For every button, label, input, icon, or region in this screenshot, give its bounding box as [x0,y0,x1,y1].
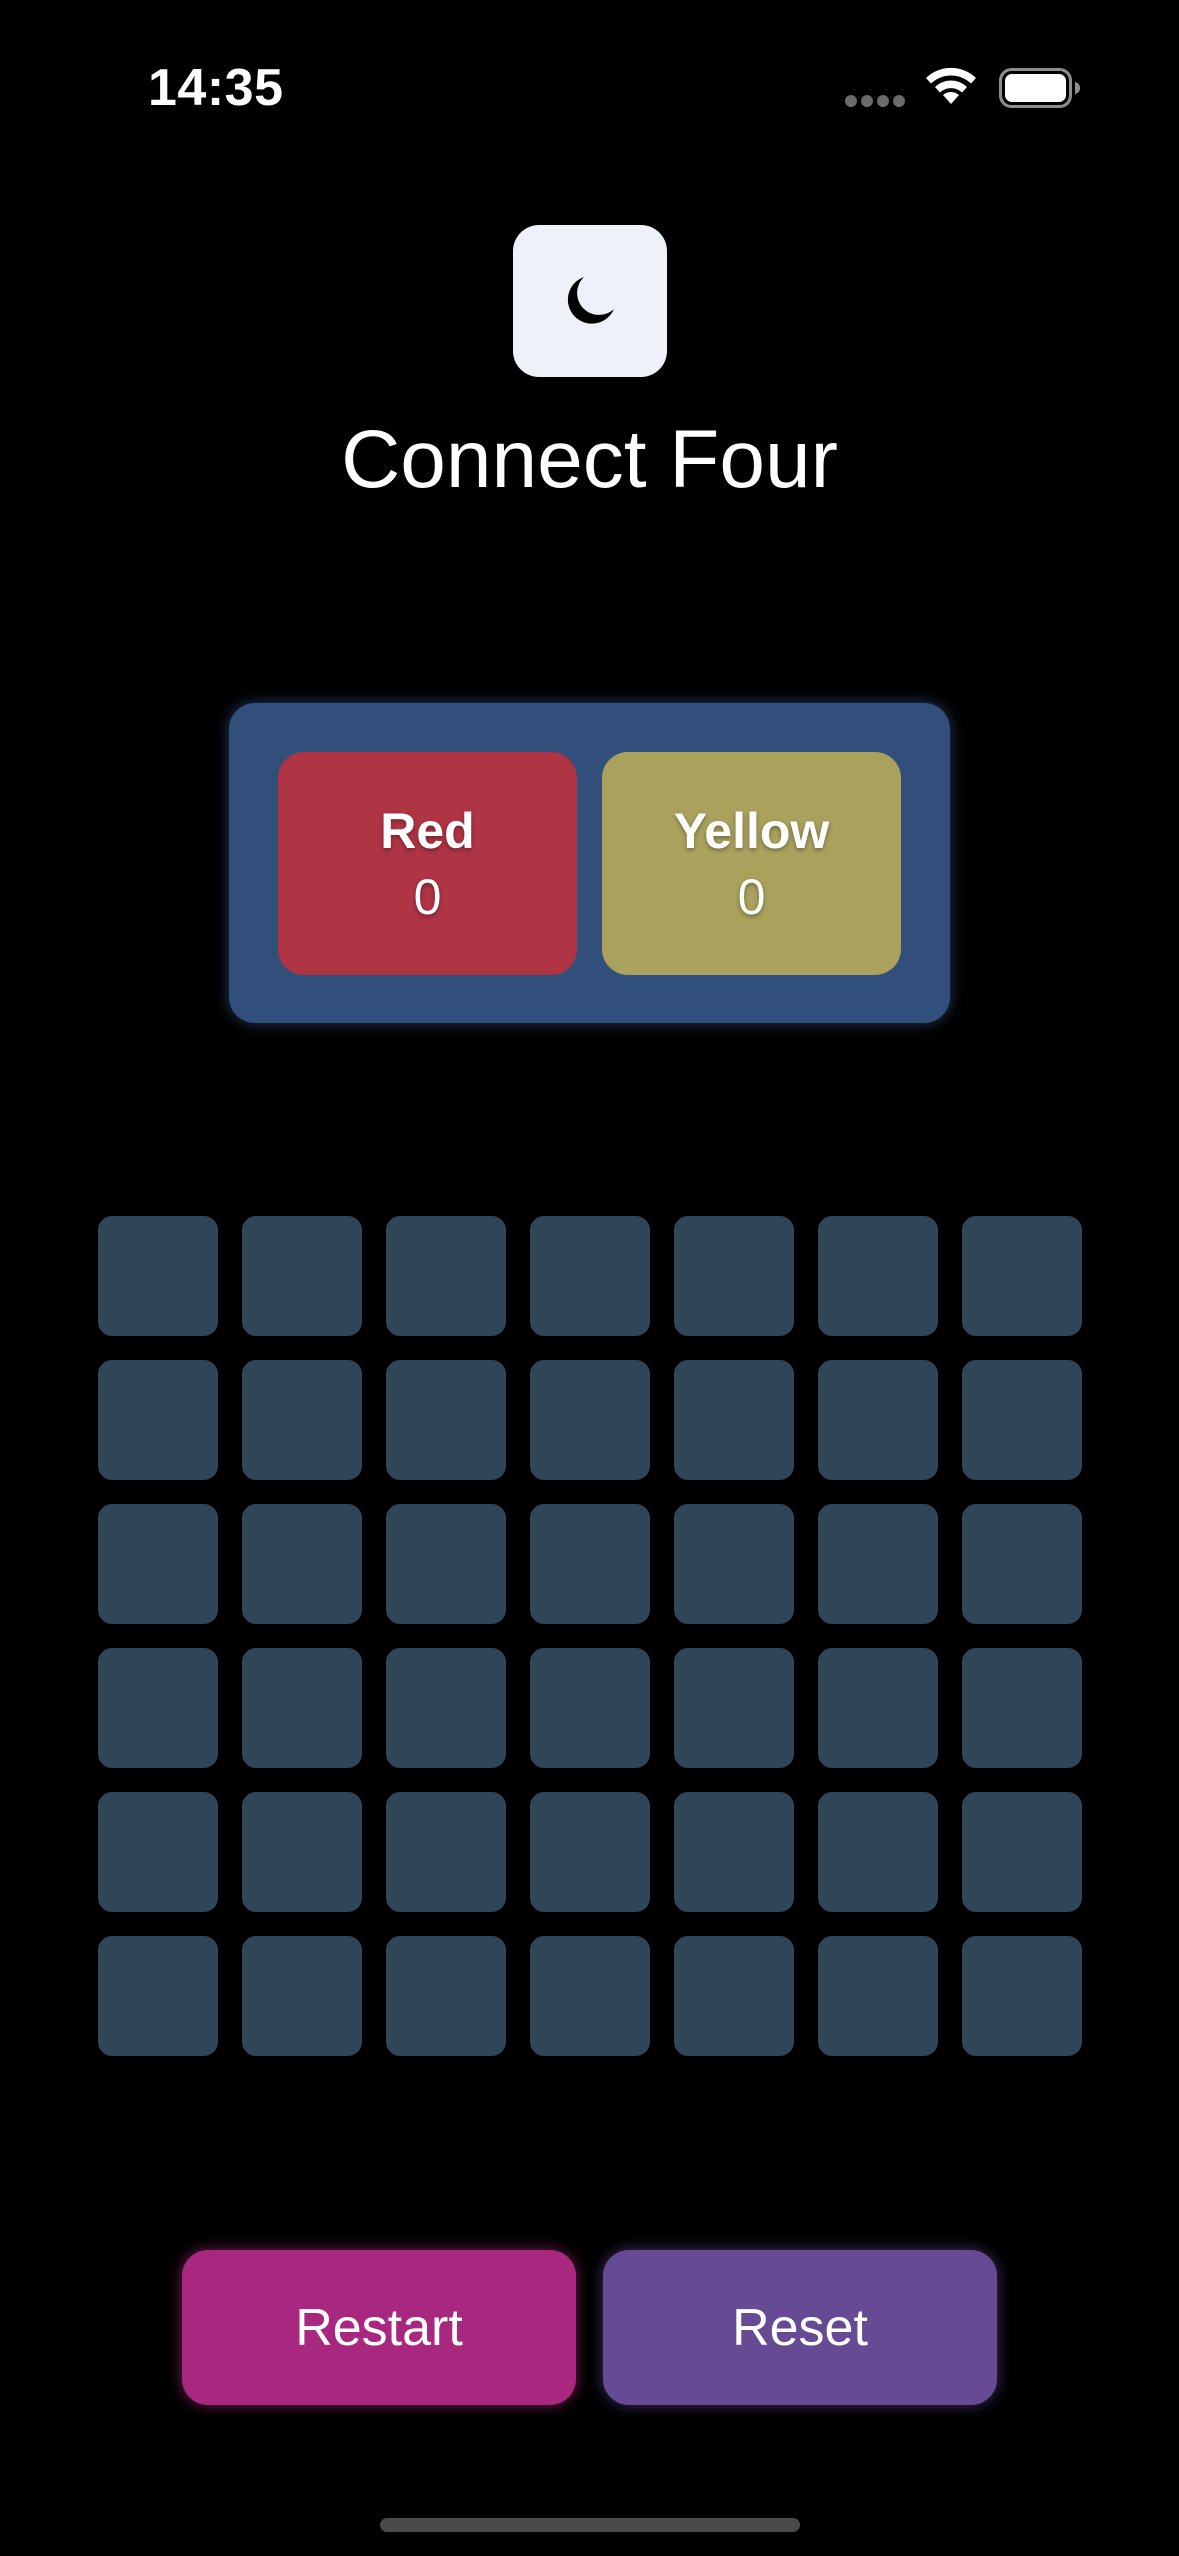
score-card-red: Red 0 [278,752,577,975]
moon-icon [567,277,614,324]
board-cell[interactable] [962,1936,1082,2056]
player-score-red: 0 [413,868,442,925]
status-time: 14:35 [148,59,284,117]
battery-icon [999,68,1080,108]
board-cell[interactable] [242,1936,362,2056]
board-cell[interactable] [530,1504,650,1624]
restart-button[interactable]: Restart [182,2250,576,2405]
board-cell[interactable] [962,1504,1082,1624]
board-cell[interactable] [242,1360,362,1480]
board-cell[interactable] [98,1936,218,2056]
board-cell[interactable] [242,1216,362,1336]
board-cell[interactable] [98,1360,218,1480]
reset-button[interactable]: Reset [603,2250,997,2405]
board-cell[interactable] [98,1216,218,1336]
board-cell[interactable] [98,1792,218,1912]
board-cell[interactable] [530,1936,650,2056]
home-indicator [380,2518,800,2532]
scoreboard: Red 0 Yellow 0 [229,703,950,1023]
board-cell[interactable] [98,1648,218,1768]
wifi-icon [926,67,976,104]
signal-dots-icon [845,95,905,107]
board-cell[interactable] [530,1216,650,1336]
board-cell[interactable] [674,1792,794,1912]
board-cell[interactable] [530,1648,650,1768]
page-title: Connect Four [341,414,838,505]
player-name-red: Red [380,802,475,859]
score-card-yellow: Yellow 0 [602,752,901,975]
board-cell[interactable] [674,1360,794,1480]
board-cell[interactable] [98,1504,218,1624]
board-cell[interactable] [674,1648,794,1768]
board-cell[interactable] [530,1360,650,1480]
board-cell[interactable] [962,1792,1082,1912]
board-cell[interactable] [242,1504,362,1624]
board-cell[interactable] [818,1936,938,2056]
board-cell[interactable] [818,1216,938,1336]
board-cell[interactable] [530,1792,650,1912]
board-cell[interactable] [818,1504,938,1624]
board-cell[interactable] [242,1648,362,1768]
player-score-yellow: 0 [737,868,766,925]
board-cell[interactable] [242,1792,362,1912]
board-cell[interactable] [674,1936,794,2056]
board-cell[interactable] [962,1360,1082,1480]
game-board [98,1216,1082,2056]
board-cell[interactable] [386,1792,506,1912]
theme-toggle-button[interactable] [513,225,667,377]
board-cell[interactable] [386,1216,506,1336]
board-cell[interactable] [818,1792,938,1912]
board-cell[interactable] [674,1504,794,1624]
board-cell[interactable] [386,1360,506,1480]
board-cell[interactable] [674,1216,794,1336]
board-cell[interactable] [818,1360,938,1480]
board-cell[interactable] [386,1936,506,2056]
board-cell[interactable] [818,1648,938,1768]
board-cell[interactable] [386,1648,506,1768]
board-cell[interactable] [962,1216,1082,1336]
player-name-yellow: Yellow [673,802,830,859]
board-cell[interactable] [386,1504,506,1624]
board-cell[interactable] [962,1648,1082,1768]
